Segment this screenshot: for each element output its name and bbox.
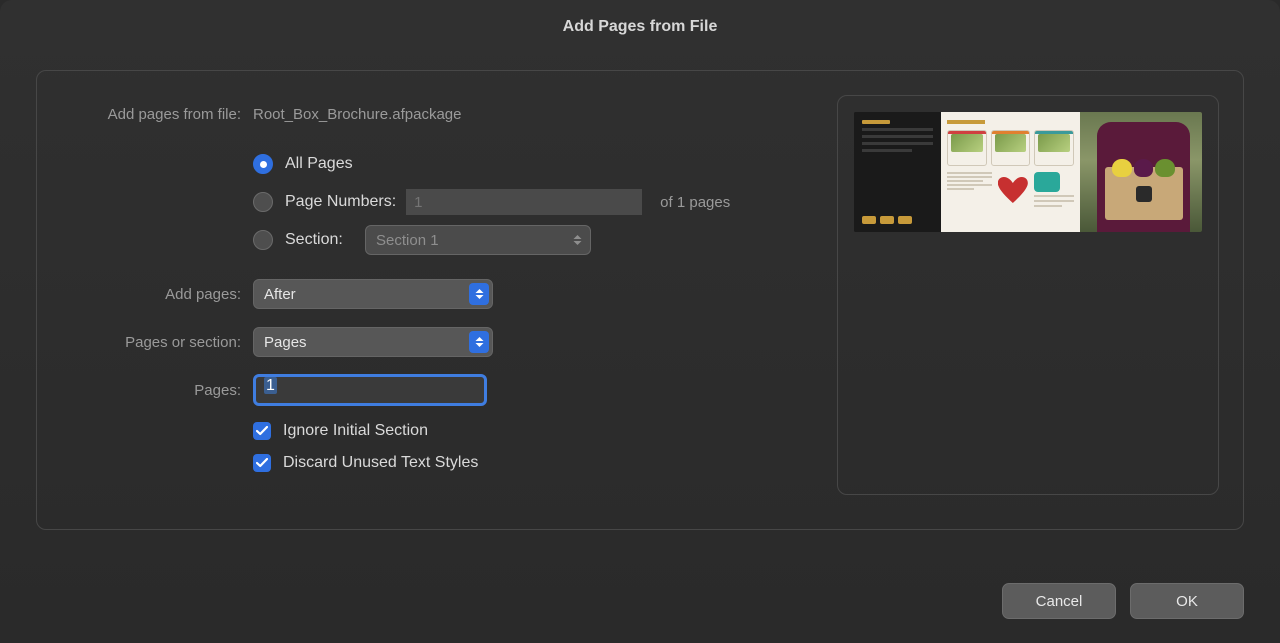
pagesorsection-value: Pages bbox=[264, 334, 307, 351]
addpages-label: Add pages: bbox=[61, 286, 253, 303]
page-numbers-input[interactable] bbox=[406, 189, 642, 215]
addpages-select[interactable]: After bbox=[253, 279, 493, 309]
dialog-title: Add Pages from File bbox=[0, 0, 1280, 50]
ok-button[interactable]: OK bbox=[1130, 583, 1244, 619]
ignore-initial-checkbox[interactable] bbox=[253, 422, 271, 440]
updown-icon bbox=[469, 283, 489, 305]
pagesorsection-select[interactable]: Pages bbox=[253, 327, 493, 357]
targetpages-label: Pages: bbox=[61, 382, 253, 399]
form-column: Add pages from file: Root_Box_Brochure.a… bbox=[61, 95, 813, 505]
radio-page-numbers-label: Page Numbers: bbox=[283, 193, 396, 211]
radio-page-numbers[interactable] bbox=[253, 192, 273, 212]
targetpages-input[interactable]: 1 bbox=[253, 374, 487, 406]
preview-panel bbox=[837, 95, 1219, 495]
page-numbers-suffix: of 1 pages bbox=[652, 194, 730, 211]
pagesorsection-label: Pages or section: bbox=[61, 334, 253, 351]
radio-all-pages[interactable] bbox=[253, 154, 273, 174]
preview-thumbnail bbox=[854, 112, 1202, 232]
dialog-footer: Cancel OK bbox=[1002, 583, 1244, 619]
discard-styles-checkbox[interactable] bbox=[253, 454, 271, 472]
updown-icon bbox=[469, 331, 489, 353]
targetpages-value: 1 bbox=[264, 377, 277, 394]
radio-all-pages-label: All Pages bbox=[283, 155, 353, 173]
ignore-initial-label: Ignore Initial Section bbox=[281, 422, 428, 440]
radio-section-label: Section: bbox=[283, 231, 355, 249]
add-pages-dialog: Add Pages from File Add pages from file:… bbox=[0, 0, 1280, 643]
file-label: Add pages from file: bbox=[61, 106, 253, 123]
section-select-value: Section 1 bbox=[376, 232, 439, 249]
radio-section[interactable] bbox=[253, 230, 273, 250]
addpages-value: After bbox=[264, 286, 296, 303]
updown-icon bbox=[567, 229, 587, 251]
discard-styles-label: Discard Unused Text Styles bbox=[281, 454, 478, 472]
section-select[interactable]: Section 1 bbox=[365, 225, 591, 255]
content-frame: Add pages from file: Root_Box_Brochure.a… bbox=[36, 70, 1244, 530]
cancel-button[interactable]: Cancel bbox=[1002, 583, 1116, 619]
file-name: Root_Box_Brochure.afpackage bbox=[253, 106, 461, 123]
